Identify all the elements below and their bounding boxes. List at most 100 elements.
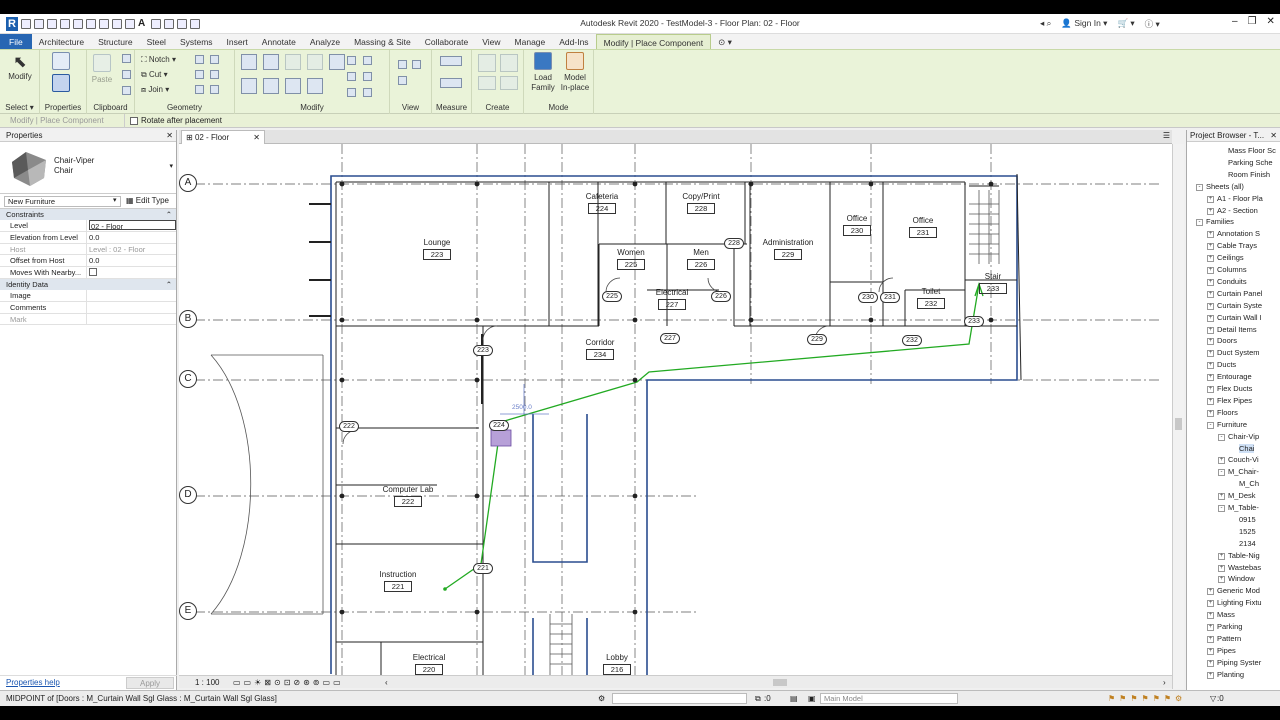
- view-scale[interactable]: 1 : 100: [195, 676, 219, 689]
- browser-item[interactable]: Detail Items: [1217, 325, 1257, 334]
- tab-steel[interactable]: Steel: [140, 34, 173, 49]
- switch-windows-icon[interactable]: [190, 19, 200, 29]
- rotate-checkbox[interactable]: [130, 117, 138, 125]
- modify-button[interactable]: ⬉ Modify: [6, 54, 34, 82]
- expand-toggle-icon[interactable]: +: [1207, 338, 1214, 346]
- door-tag[interactable]: 229: [807, 334, 827, 345]
- browser-item[interactable]: Ceilings: [1217, 253, 1244, 262]
- browser-item[interactable]: Flex Ducts: [1217, 384, 1252, 393]
- expand-toggle-icon[interactable]: +: [1207, 600, 1214, 608]
- edit-type-button[interactable]: ▦ Edit Type: [126, 196, 169, 205]
- expand-toggle-icon[interactable]: -: [1207, 421, 1214, 429]
- tab-file[interactable]: File: [0, 34, 32, 49]
- align-icon[interactable]: [241, 54, 257, 70]
- expand-toggle-icon[interactable]: +: [1207, 326, 1214, 334]
- demolish-icon[interactable]: [195, 85, 204, 94]
- browser-item[interactable]: Mass: [1217, 610, 1235, 619]
- trim-extend-icon[interactable]: [347, 88, 356, 97]
- browser-item[interactable]: Ducts: [1217, 360, 1236, 369]
- dimension-tool-icon[interactable]: [440, 78, 462, 88]
- browser-item[interactable]: M_Chair-: [1228, 467, 1259, 476]
- browser-item[interactable]: M_Ch: [1239, 479, 1259, 488]
- browser-item[interactable]: Mass Floor Sc: [1228, 146, 1276, 155]
- main-model-icon[interactable]: ▣: [808, 691, 816, 706]
- model-inplace-button[interactable]: Model In-place: [559, 52, 591, 93]
- copy-element-icon[interactable]: [263, 78, 279, 94]
- delete-icon[interactable]: [363, 88, 372, 97]
- type-properties-button[interactable]: [52, 52, 70, 73]
- expand-toggle-icon[interactable]: +: [1207, 647, 1214, 655]
- browser-item[interactable]: Lighting Fixtu: [1217, 598, 1262, 607]
- expand-toggle-icon[interactable]: +: [1207, 588, 1214, 596]
- browser-item[interactable]: Generic Mod: [1217, 586, 1260, 595]
- comments-field[interactable]: [87, 302, 176, 313]
- browser-item[interactable]: 0915: [1239, 515, 1256, 524]
- minimize-icon[interactable]: –: [1232, 16, 1238, 27]
- browser-item[interactable]: Chai: [1239, 443, 1255, 453]
- restore-icon[interactable]: ❐: [1248, 16, 1257, 27]
- tab-02-floor[interactable]: ⊞ 02 - Floor ✕: [181, 130, 265, 144]
- print-icon[interactable]: [86, 19, 96, 29]
- expand-toggle-icon[interactable]: -: [1196, 183, 1203, 191]
- split-face-icon[interactable]: [210, 55, 219, 64]
- join-button[interactable]: ⧈ Join ▾: [141, 85, 169, 95]
- browser-item[interactable]: Families: [1206, 217, 1234, 226]
- editable-only-icon[interactable]: ⧉: [755, 691, 761, 706]
- browser-item[interactable]: Piping Syster: [1217, 658, 1261, 667]
- expand-toggle-icon[interactable]: -: [1218, 505, 1225, 512]
- expand-toggle-icon[interactable]: +: [1207, 386, 1214, 393]
- expand-toggle-icon[interactable]: +: [1207, 635, 1214, 643]
- revit-logo-icon[interactable]: R: [6, 17, 18, 31]
- create-parts-icon[interactable]: [500, 54, 518, 72]
- tab-analyze[interactable]: Analyze: [303, 34, 347, 49]
- grid-bubble-a[interactable]: A: [179, 174, 197, 192]
- tab-systems[interactable]: Systems: [173, 34, 220, 49]
- match-properties-icon[interactable]: [122, 86, 131, 95]
- measure-tool-icon[interactable]: [440, 56, 462, 66]
- browser-item[interactable]: M_Desk: [1228, 491, 1256, 500]
- workset-dropdown[interactable]: [612, 693, 747, 704]
- browser-item[interactable]: Cable Trays: [1217, 241, 1257, 250]
- door-tag[interactable]: 222: [339, 421, 359, 432]
- tab-massing-site[interactable]: Massing & Site: [347, 34, 418, 49]
- tab-add-ins[interactable]: Add-Ins: [552, 34, 595, 49]
- tab-structure[interactable]: Structure: [91, 34, 140, 49]
- expand-toggle-icon[interactable]: +: [1207, 278, 1214, 286]
- help-icon[interactable]: ⓘ ▾: [1145, 18, 1160, 30]
- room-label[interactable]: Lounge 223: [412, 238, 462, 260]
- moves-with-nearby-checkbox[interactable]: [89, 268, 97, 277]
- door-tag[interactable]: 231: [880, 292, 900, 303]
- expand-toggle-icon[interactable]: +: [1207, 302, 1214, 310]
- expand-toggle-icon[interactable]: +: [1218, 576, 1225, 584]
- open-icon[interactable]: [21, 19, 31, 29]
- browser-item[interactable]: Chair-Vip: [1228, 432, 1259, 441]
- undo-icon[interactable]: [60, 19, 70, 29]
- expand-toggle-icon[interactable]: +: [1207, 624, 1214, 631]
- expand-toggle-icon[interactable]: +: [1207, 671, 1214, 679]
- door-tag[interactable]: 232: [902, 335, 922, 346]
- browser-item[interactable]: Wastebas: [1228, 563, 1261, 572]
- drawing-canvas[interactable]: A B C D E Lounge 223 Cafeteria 224 Copy/Pr…: [179, 144, 1172, 675]
- browser-item[interactable]: Pipes: [1217, 646, 1236, 655]
- cart-icon[interactable]: 🛒 ▾: [1117, 18, 1134, 30]
- browser-item[interactable]: Curtain Wall I: [1217, 313, 1262, 322]
- view-controls-icons[interactable]: ▭▭☀⊠⊙⊡⊘⊛⊚▭▭: [233, 676, 344, 689]
- room-label[interactable]: Cafeteria 224: [577, 192, 627, 214]
- rotate-icon[interactable]: [285, 78, 301, 94]
- browser-item[interactable]: Curtain Panel: [1217, 289, 1262, 298]
- paste-button[interactable]: Paste: [91, 54, 113, 85]
- cut-clipboard-icon[interactable]: [122, 54, 131, 63]
- room-label[interactable]: Administration 229: [758, 238, 818, 260]
- browser-item[interactable]: Planting: [1217, 670, 1244, 679]
- door-tag[interactable]: 225: [602, 291, 622, 302]
- expand-toggle-icon[interactable]: +: [1207, 362, 1214, 370]
- remove-paint-icon[interactable]: [210, 70, 219, 79]
- browser-item[interactable]: Room Finish: [1228, 170, 1270, 179]
- expand-toggle-icon[interactable]: +: [1207, 231, 1214, 239]
- measure-icon[interactable]: [99, 19, 109, 29]
- room-label[interactable]: Office 231: [898, 216, 948, 238]
- create-group-icon[interactable]: [478, 76, 496, 90]
- pin-icon[interactable]: [347, 56, 356, 65]
- browser-item[interactable]: Parking Sche: [1228, 158, 1273, 167]
- expand-toggle-icon[interactable]: +: [1207, 243, 1214, 251]
